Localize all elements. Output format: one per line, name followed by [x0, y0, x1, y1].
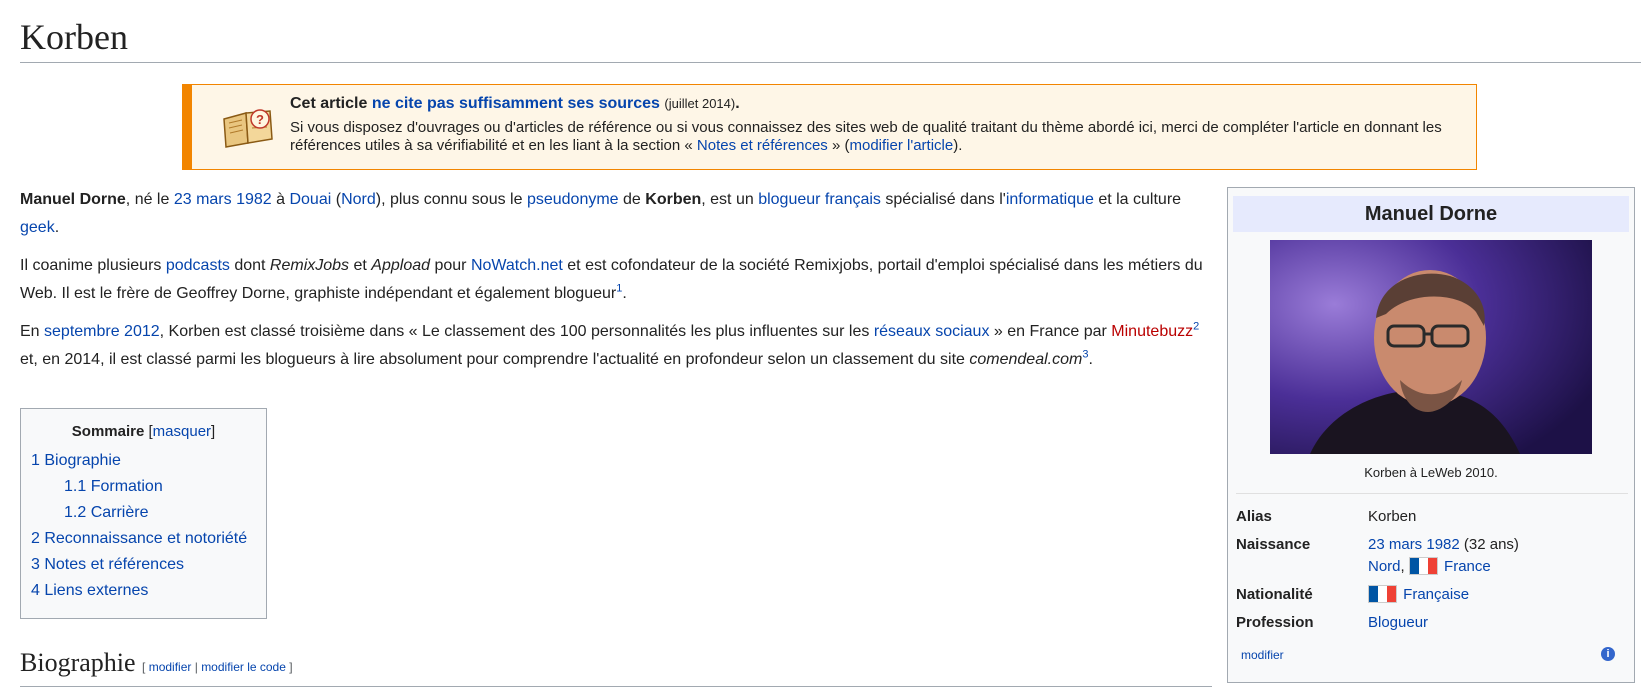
- link-informatique[interactable]: informatique: [1006, 191, 1094, 208]
- intro-paragraph-1: Manuel Dorne, né le 23 mars 1982 à Douai…: [20, 191, 1182, 236]
- infobox-edit-link[interactable]: modifier: [1241, 648, 1284, 662]
- infobox-nord-link[interactable]: Nord: [1368, 558, 1401, 575]
- intro-paragraph-2: Il coanime plusieurs podcasts dont Remix…: [20, 257, 1203, 302]
- france-flag-icon: [1408, 557, 1438, 575]
- infobox-row-profession: Profession Blogueur: [1236, 614, 1429, 631]
- link-blogueur[interactable]: blogueur français: [758, 191, 881, 208]
- svg-text:?: ?: [256, 112, 264, 127]
- toc-item-liens[interactable]: 4 Liens externes: [31, 578, 266, 604]
- infobox-france-link[interactable]: France: [1444, 558, 1491, 575]
- banner-notes-link[interactable]: Notes et références: [697, 137, 828, 154]
- toc-header: Sommaire [masquer]: [71, 423, 216, 440]
- infobox-title: Manuel Dorne: [1233, 196, 1629, 232]
- portrait-photo[interactable]: [1270, 240, 1592, 454]
- info-icon[interactable]: i: [1601, 647, 1615, 661]
- link-geek[interactable]: geek: [20, 219, 55, 236]
- section-edit-code-link[interactable]: modifier le code: [201, 660, 286, 674]
- toc-item-reconnaissance[interactable]: 2 Reconnaissance et notoriété: [31, 526, 266, 552]
- toc-item-formation[interactable]: 1.1 Formation: [31, 474, 266, 500]
- book-question-icon: ?: [223, 109, 273, 148]
- section-edit-link[interactable]: modifier: [149, 660, 192, 674]
- toc-item-carriere[interactable]: 1.2 Carrière: [31, 500, 266, 526]
- banner-body: Si vous disposez d'ouvrages ou d'article…: [290, 119, 1442, 154]
- toc-item-biographie[interactable]: 1 Biographie: [31, 448, 266, 474]
- link-nowatch[interactable]: NoWatch.net: [471, 257, 563, 274]
- link-douai[interactable]: Douai: [289, 191, 331, 208]
- article-intro: Manuel Dorne, né le 23 mars 1982 à Douai…: [20, 186, 1220, 384]
- infobox-rows: Alias Korben Naissance 23 mars 1982 (32 …: [1236, 506, 1628, 640]
- link-minutebuzz[interactable]: Minutebuzz: [1111, 323, 1193, 340]
- banner-sources-link[interactable]: ne cite pas suffisamment ses sources: [372, 95, 660, 112]
- section-edit-links: [ modifier | modifier le code ]: [142, 660, 293, 674]
- toc-item-notes[interactable]: 3 Notes et références: [31, 552, 266, 578]
- sources-warning-banner: ? Cet article ne cite pas suffisamment s…: [182, 84, 1477, 170]
- infobox-row-alias: Alias Korben: [1236, 508, 1417, 525]
- table-of-contents: Sommaire [masquer] 1 Biographie 1.1 Form…: [20, 408, 267, 619]
- infobox-divider: [1236, 493, 1628, 494]
- banner-lead: Cet article: [290, 95, 368, 112]
- infobox-birth-date-link[interactable]: 23 mars 1982: [1368, 536, 1460, 553]
- banner-modify-link[interactable]: modifier l'article: [849, 137, 953, 154]
- infobox-row-nationalite: Nationalité Française: [1236, 585, 1470, 603]
- link-birth-date[interactable]: 23 mars 1982: [174, 191, 272, 208]
- link-pseudonyme[interactable]: pseudonyme: [527, 191, 619, 208]
- france-flag-icon: [1368, 585, 1397, 603]
- link-septembre-2012[interactable]: septembre 2012: [44, 323, 160, 340]
- link-nord[interactable]: Nord: [341, 191, 376, 208]
- section-title: Biographie: [20, 648, 136, 677]
- toc-hide-link[interactable]: masquer: [153, 423, 211, 440]
- banner-date: (juillet 2014): [664, 96, 736, 111]
- infobox-blogueur-link[interactable]: Blogueur: [1368, 614, 1428, 631]
- intro-paragraph-3: En septembre 2012, Korben est classé tro…: [20, 320, 1200, 368]
- toc-list: 1 Biographie 1.1 Formation 1.2 Carrière …: [21, 448, 266, 604]
- ref-2[interactable]: 2: [1193, 321, 1199, 333]
- link-podcasts[interactable]: podcasts: [166, 257, 230, 274]
- link-reseaux-sociaux[interactable]: réseaux sociaux: [874, 323, 990, 340]
- toc-title: Sommaire: [71, 423, 145, 440]
- section-heading-biographie: Biographie [ modifier | modifier le code…: [20, 646, 1212, 687]
- infobox: Manuel Dorne Korben à LeWeb 2010. Alias …: [1227, 187, 1635, 683]
- photo-caption: Korben à LeWeb 2010.: [1364, 465, 1498, 480]
- page-title: Korben: [20, 14, 1641, 63]
- infobox-row-naissance: Naissance 23 mars 1982 (32 ans) Nord, Fr…: [1236, 536, 1519, 575]
- infobox-francaise-link[interactable]: Française: [1403, 586, 1469, 603]
